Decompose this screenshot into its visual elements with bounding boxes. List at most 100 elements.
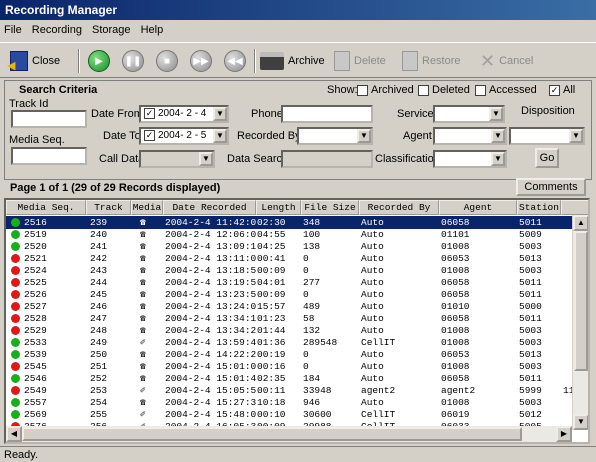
recordings-grid: Media Seq. Track Media Date Recorded Len… [4, 198, 590, 444]
column-header-media-seq[interactable]: Media Seq. [6, 200, 86, 215]
call-data-select[interactable]: ▼ [139, 150, 215, 168]
play-button[interactable]: ▶ [88, 48, 110, 74]
scroll-up-icon[interactable]: ▲ [573, 215, 588, 231]
pause-button[interactable]: ❚❚ [122, 48, 144, 74]
play-icon: ▶ [88, 50, 110, 72]
page-info: Page 1 of 1 (29 of 29 Records displayed) [10, 182, 221, 194]
status-dot-icon [11, 230, 20, 239]
menu-bar: File Recording Storage Help [0, 22, 596, 40]
chevron-down-icon[interactable]: ▼ [213, 129, 227, 143]
date-to-picker[interactable]: ✓ 2004- 2 - 5 ▼ [139, 127, 229, 145]
menu-storage[interactable]: Storage [92, 24, 131, 36]
checkmark-icon: ✓ [144, 108, 155, 119]
stop-icon: ■ [156, 50, 178, 72]
status-dot-icon [11, 398, 20, 407]
chevron-down-icon[interactable]: ▼ [213, 107, 227, 121]
go-button[interactable]: Go [535, 148, 559, 168]
media-seq-input[interactable] [11, 147, 87, 165]
status-dot-icon [11, 338, 20, 347]
status-dot-icon [11, 362, 20, 371]
status-dot-icon [11, 314, 20, 323]
column-header-station[interactable]: Station [517, 200, 561, 215]
status-dot-icon [11, 374, 20, 383]
column-header-recorded-by[interactable]: Recorded By [359, 200, 439, 215]
rewind-button[interactable]: ◀◀ [224, 48, 246, 74]
vertical-scrollbar[interactable]: ▲ ▼ [572, 215, 588, 430]
menu-recording[interactable]: Recording [32, 24, 82, 36]
status-dot-icon [11, 290, 20, 299]
column-header-media[interactable]: Media [131, 200, 163, 215]
call-data-label: Call Data [99, 153, 145, 165]
chevron-down-icon[interactable]: ▼ [489, 107, 503, 121]
chevron-down-icon[interactable]: ▼ [569, 129, 583, 143]
phone-label: Phone [251, 108, 283, 120]
cancel-x-icon: ✕ [480, 50, 496, 71]
restore-bin-icon [402, 51, 418, 71]
column-header-file-size[interactable]: File Size [301, 200, 359, 215]
recorded-by-select[interactable]: ▼ [297, 127, 373, 145]
archived-checkbox[interactable]: Archived [357, 84, 414, 96]
restore-button[interactable]: Restore [402, 48, 461, 74]
column-header-date-recorded[interactable]: Date Recorded [163, 200, 256, 215]
cancel-button[interactable]: ✕ Cancel [480, 48, 533, 74]
classification-select[interactable]: ▼ [433, 150, 507, 168]
service-select[interactable]: ▼ [433, 105, 505, 123]
fast-forward-icon: ▶▶ [190, 50, 212, 72]
stop-button[interactable]: ■ [156, 48, 178, 74]
close-button[interactable]: ◀ Close [7, 48, 60, 74]
toolbar: ◀ Close ▶ ❚❚ ■ ▶▶ ◀◀ Archive Delete Rest… [0, 42, 596, 78]
comments-button[interactable]: Comments [516, 178, 586, 196]
scroll-left-icon[interactable]: ◀ [6, 426, 22, 442]
accessed-checkbox[interactable]: Accessed [475, 84, 537, 96]
vertical-scroll-thumb[interactable] [574, 231, 588, 371]
track-id-label: Track Id [9, 98, 49, 110]
window-title: Recording Manager [0, 0, 596, 20]
rewind-icon: ◀◀ [224, 50, 246, 72]
chevron-down-icon[interactable]: ▼ [357, 129, 371, 143]
scroll-right-icon[interactable]: ▶ [556, 426, 572, 442]
status-dot-icon [11, 410, 20, 419]
classification-label: Classification [375, 153, 440, 165]
phone-input[interactable] [281, 105, 373, 123]
chevron-down-icon[interactable]: ▼ [491, 152, 505, 166]
menu-help[interactable]: Help [141, 24, 164, 36]
checkbox-box [475, 84, 486, 96]
status-dot-icon [11, 254, 20, 263]
delete-button[interactable]: Delete [334, 48, 386, 74]
scroll-down-icon[interactable]: ▼ [573, 414, 588, 430]
all-checkbox[interactable]: ✓ All [549, 84, 575, 96]
search-criteria-panel: Search Criteria Show: Archived Deleted A… [4, 80, 592, 180]
trash-icon [334, 51, 350, 71]
deleted-checkbox[interactable]: Deleted [418, 84, 470, 96]
page-info-bar: Page 1 of 1 (29 of 29 Records displayed)… [4, 178, 592, 198]
status-dot-icon [11, 386, 20, 395]
media-seq-label: Media Seq. [9, 134, 65, 146]
chevron-down-icon[interactable]: ▼ [199, 152, 213, 166]
status-dot-icon [11, 242, 20, 251]
fast-forward-button[interactable]: ▶▶ [190, 48, 212, 74]
date-from-picker[interactable]: ✓ 2004- 2 - 4 ▼ [139, 105, 229, 123]
horizontal-scroll-thumb[interactable] [22, 427, 522, 441]
column-header-agent[interactable]: Agent [439, 200, 517, 215]
status-dot-icon [11, 326, 20, 335]
agent-select[interactable]: ▼ [433, 127, 507, 145]
track-id-input[interactable] [11, 110, 87, 128]
status-dot-icon [11, 266, 20, 275]
chevron-down-icon[interactable]: ▼ [491, 129, 505, 143]
horizontal-scrollbar[interactable]: ◀ ▶ [6, 426, 572, 442]
status-bar: Ready. [0, 446, 596, 462]
data-search-input[interactable] [281, 150, 373, 168]
data-search-label: Data Search [227, 153, 289, 165]
checkmark-icon: ✓ [144, 130, 155, 141]
column-header-length[interactable]: Length [256, 200, 301, 215]
status-dot-icon [11, 218, 20, 227]
menu-file[interactable]: File [4, 24, 22, 36]
checkmark-icon: ✓ [549, 84, 560, 96]
toolbar-separator [254, 49, 256, 73]
column-header-track[interactable]: Track [86, 200, 131, 215]
checkbox-box [418, 84, 429, 96]
disposition-select[interactable]: ▼ [509, 127, 585, 145]
archive-button[interactable]: Archive [260, 48, 325, 74]
recorded-by-label: Recorded By [237, 130, 301, 142]
status-dot-icon [11, 302, 20, 311]
